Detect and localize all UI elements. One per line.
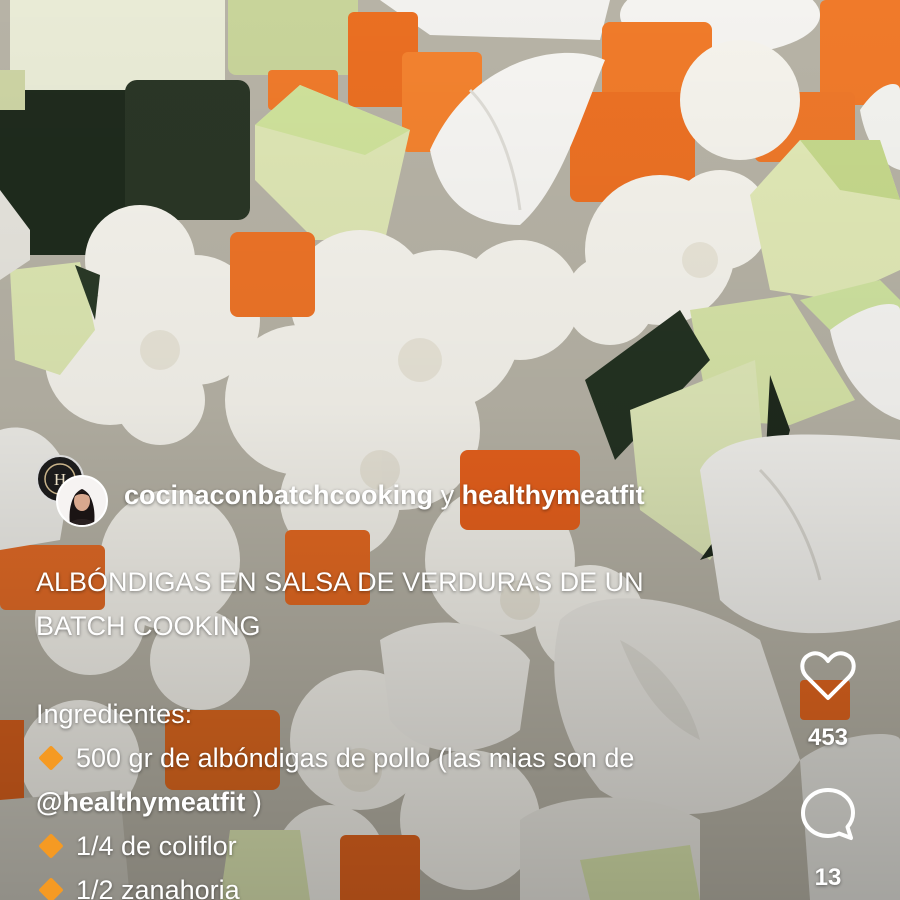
- author-line: cocinaconbatchcooking y healthymeatfit: [124, 480, 645, 511]
- ingredient-text: 500 gr de albóndigas de pollo (las mias …: [76, 743, 635, 773]
- orange-diamond-icon: [38, 877, 64, 900]
- author-joiner: y: [440, 479, 455, 510]
- comment-action[interactable]: 13: [792, 786, 864, 892]
- post-authors: H cocinaconbatchcooking y healthymeatfit: [36, 455, 645, 529]
- action-rail: 453 13: [792, 650, 864, 900]
- avatar-healthymeatfit[interactable]: [56, 475, 108, 527]
- reel-viewer: H cocinaconbatchcooking y healthymeatfit…: [0, 0, 900, 900]
- ingredients-heading: Ingredientes:: [36, 699, 193, 729]
- comment-count: 13: [814, 864, 842, 891]
- heart-outline-icon[interactable]: [799, 650, 857, 702]
- mention-healthymeatfit[interactable]: @healthymeatfit: [36, 787, 245, 817]
- post-caption[interactable]: ALBÓNDIGAS EN SALSA DE VERDURAS DE UN BA…: [36, 560, 756, 900]
- caption-title-line-2: BATCH COOKING: [36, 611, 261, 641]
- speech-bubble-icon[interactable]: [799, 786, 857, 842]
- ingredient-text: 1/2 zanahoria: [76, 875, 240, 900]
- ingredient-item: 1/2 zanahoria: [36, 868, 756, 900]
- ingredient-item: 500 gr de albóndigas de pollo (las mias …: [36, 736, 756, 780]
- like-action[interactable]: 453: [792, 650, 864, 752]
- orange-diamond-icon: [38, 745, 64, 772]
- author-link-cocinaconbatchcooking[interactable]: cocinaconbatchcooking: [124, 480, 433, 510]
- like-count: 453: [807, 724, 849, 751]
- avatar-stack[interactable]: H: [36, 455, 110, 529]
- orange-diamond-icon: [38, 833, 64, 860]
- author-link-healthymeatfit[interactable]: healthymeatfit: [462, 480, 645, 510]
- ingredient-item-continuation: @healthymeatfit ): [36, 780, 756, 824]
- ingredient-text-tail: ): [245, 787, 262, 817]
- caption-title-line-1: ALBÓNDIGAS EN SALSA DE VERDURAS DE UN: [36, 567, 644, 597]
- ingredient-item: 1/4 de coliflor: [36, 824, 756, 868]
- ingredient-text: 1/4 de coliflor: [76, 831, 237, 861]
